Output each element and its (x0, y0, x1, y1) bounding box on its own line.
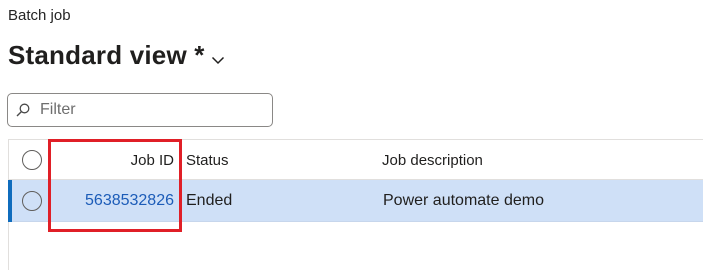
search-icon (16, 103, 30, 117)
selected-row-indicator (8, 180, 12, 222)
status-cell: Ended (186, 192, 233, 209)
batch-job-grid: Job ID Status Job description 5638532826… (8, 139, 703, 270)
page-title: Standard view * (8, 40, 205, 70)
breadcrumb: Batch job (8, 7, 71, 24)
column-header-job-id[interactable]: Job ID (131, 152, 174, 169)
chevron-down-icon[interactable] (211, 55, 225, 65)
view-selector[interactable]: Standard view * (8, 40, 225, 71)
job-description-cell: Power automate demo (383, 192, 544, 209)
table-row[interactable]: 5638532826 Ended Power automate demo (8, 180, 703, 222)
row-select-checkbox[interactable] (22, 191, 42, 211)
column-header-status[interactable]: Status (186, 152, 229, 169)
filter-input[interactable] (38, 100, 262, 120)
grid-header-row: Job ID Status Job description (9, 140, 703, 180)
select-all-checkbox[interactable] (22, 150, 42, 170)
job-id-link[interactable]: 5638532826 (85, 192, 174, 210)
filter-box[interactable] (7, 93, 273, 127)
column-header-job-description[interactable]: Job description (382, 152, 483, 169)
